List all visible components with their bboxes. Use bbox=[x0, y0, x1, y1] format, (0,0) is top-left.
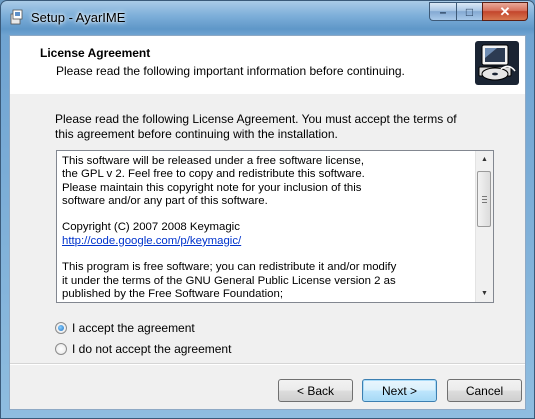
decline-label[interactable]: I do not accept the agreement bbox=[72, 342, 231, 356]
license-textbox[interactable]: This software will be released under a f… bbox=[56, 150, 494, 303]
scroll-up-arrow-icon[interactable]: ▲ bbox=[476, 151, 493, 168]
header-divider bbox=[10, 93, 525, 94]
setup-app-icon bbox=[10, 9, 23, 25]
license-text-top: This software will be released under a f… bbox=[62, 155, 365, 234]
window-title: Setup - AyarIME bbox=[31, 10, 126, 25]
license-content: This software will be released under a f… bbox=[62, 155, 468, 301]
thumb-grip-line bbox=[482, 202, 487, 203]
footer-divider bbox=[10, 363, 525, 365]
maximize-button[interactable]: □ bbox=[456, 2, 482, 21]
wizard-header: License Agreement Please read the follow… bbox=[10, 36, 525, 94]
setup-computer-cd-icon bbox=[475, 41, 519, 85]
page-title: License Agreement bbox=[40, 46, 151, 60]
close-icon: ✕ bbox=[499, 3, 511, 19]
accept-radio[interactable] bbox=[55, 322, 67, 334]
intro-text: Please read the following License Agreem… bbox=[55, 112, 457, 141]
cancel-button[interactable]: Cancel bbox=[447, 379, 522, 402]
close-button[interactable]: ✕ bbox=[482, 2, 528, 21]
accept-label[interactable]: I accept the agreement bbox=[72, 321, 195, 335]
minimize-button[interactable]: – bbox=[429, 2, 456, 21]
thumb-grip-line bbox=[482, 199, 487, 200]
license-link[interactable]: http://code.google.com/p/keymagic/ bbox=[62, 235, 241, 247]
thumb-grip-line bbox=[482, 196, 487, 197]
license-text-bottom: This program is free software; you can r… bbox=[62, 261, 397, 300]
next-button[interactable]: Next > bbox=[362, 379, 437, 402]
setup-window: Setup - AyarIME – □ ✕ License Agreement … bbox=[0, 0, 535, 419]
license-scrollbar[interactable]: ▲ ▼ bbox=[475, 151, 493, 302]
caption-buttons: – □ ✕ bbox=[429, 2, 528, 22]
accept-option[interactable]: I accept the agreement bbox=[55, 321, 195, 335]
title-bar[interactable]: Setup - AyarIME – □ ✕ bbox=[1, 1, 534, 35]
wizard-client-area: License Agreement Please read the follow… bbox=[9, 35, 526, 410]
scroll-down-arrow-icon[interactable]: ▼ bbox=[476, 285, 493, 302]
page-subtitle: Please read the following important info… bbox=[56, 64, 405, 78]
minimize-icon: – bbox=[439, 4, 447, 19]
scroll-thumb[interactable] bbox=[477, 171, 491, 227]
decline-radio[interactable] bbox=[55, 343, 67, 355]
decline-option[interactable]: I do not accept the agreement bbox=[55, 342, 231, 356]
maximize-icon: □ bbox=[465, 4, 474, 19]
back-button[interactable]: < Back bbox=[278, 379, 353, 402]
